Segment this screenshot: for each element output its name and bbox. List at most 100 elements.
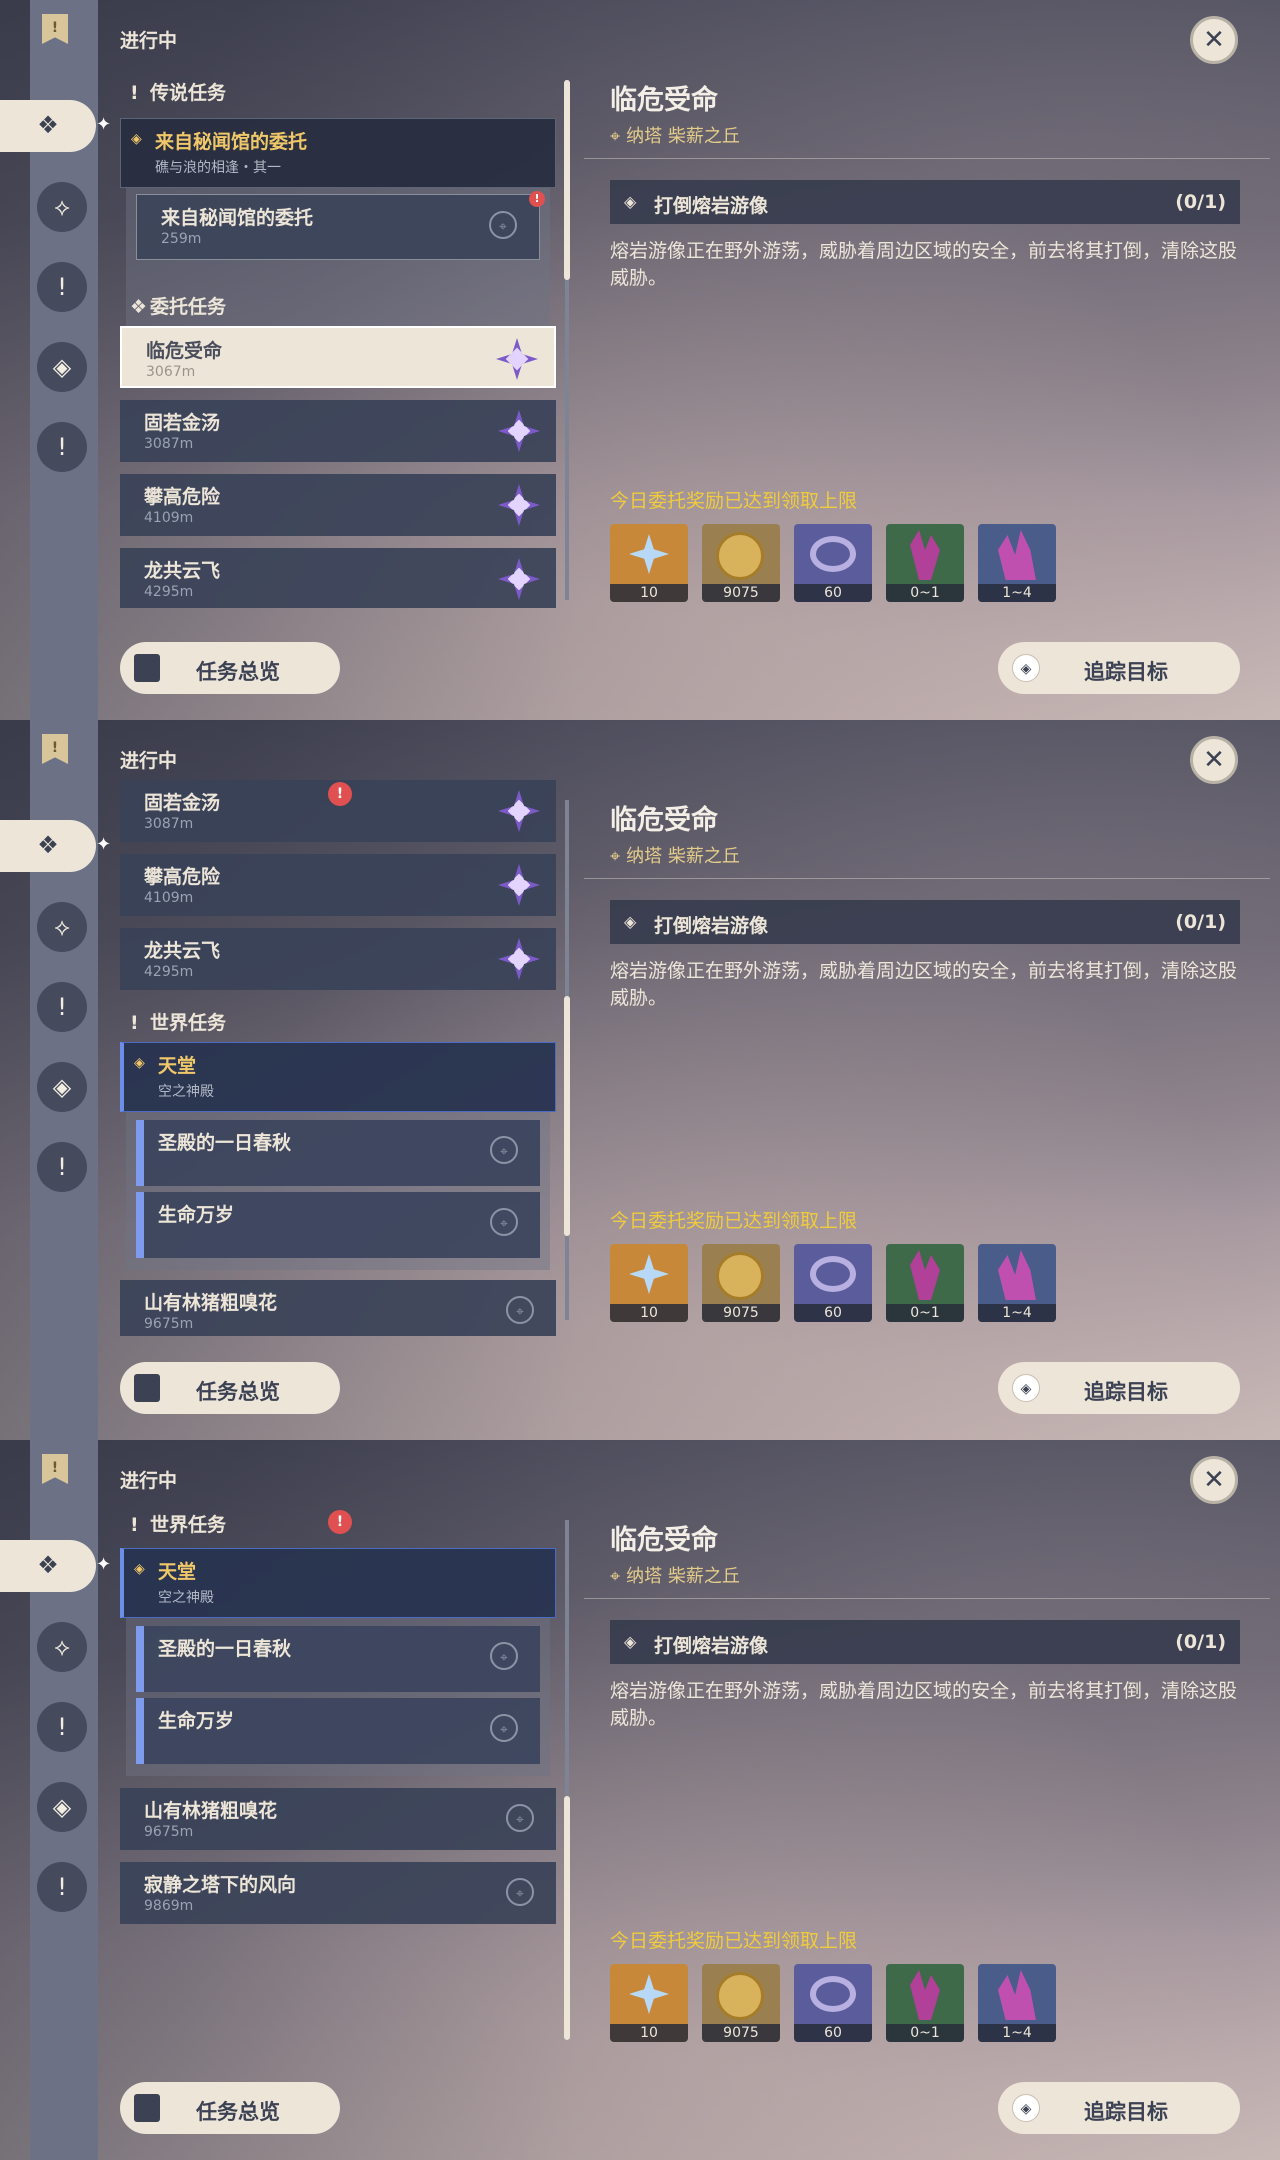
- world-step-card[interactable]: 圣殿的一日春秋 ⌖: [136, 1626, 540, 1692]
- quest-book-icon: [134, 2094, 160, 2122]
- alert-badge-icon: !: [328, 1510, 352, 1534]
- scroll-thumb[interactable]: [564, 80, 570, 280]
- quest-title: 龙共云飞: [144, 940, 221, 962]
- event-tab-icon[interactable]: ◈: [37, 342, 87, 392]
- companionship-exp-icon[interactable]: 60: [794, 1964, 872, 2042]
- commission-card[interactable]: 龙共云飞 4295m: [120, 548, 556, 608]
- scroll-thumb[interactable]: [564, 996, 570, 1236]
- location-pin-icon[interactable]: ⌖: [490, 1714, 518, 1742]
- legend-step-card[interactable]: 来自秘闻馆的委托 259m ⌖ !: [136, 191, 545, 260]
- diamond-icon: ◈: [1012, 2094, 1040, 2122]
- archon-tab-icon[interactable]: !: [37, 422, 87, 472]
- list-scrollbar[interactable]: [564, 800, 570, 1320]
- mora-icon[interactable]: 9075: [702, 524, 780, 602]
- legend-tab-icon[interactable]: ⟡: [37, 1622, 87, 1672]
- category-commission: ❖ 委托任务: [130, 296, 227, 318]
- world-quest-card[interactable]: ◈ 天堂 空之神殿: [120, 1042, 556, 1112]
- diamond-icon: ◈: [1012, 1374, 1040, 1402]
- bookmark-icon[interactable]: !: [42, 1454, 68, 1484]
- location-pin-icon[interactable]: ⌖: [490, 1208, 518, 1236]
- quest-subtitle: 空之神殿: [158, 1084, 214, 1100]
- list-scrollbar[interactable]: [564, 1520, 570, 2040]
- legend-tab-icon[interactable]: ⟡: [37, 902, 87, 952]
- legend-quest-card[interactable]: ◈ 来自秘闻馆的委托 礁与浪的相逢・其一: [120, 118, 556, 188]
- location-pin-icon[interactable]: ⌖: [506, 1878, 534, 1906]
- location-pin-icon: ⌖: [610, 846, 621, 867]
- exclaim-icon: !: [130, 1514, 139, 1536]
- commission-card[interactable]: 固若金汤 3087m !: [120, 780, 556, 842]
- track-target-button[interactable]: ◈ 追踪目标: [998, 2082, 1240, 2134]
- quest-overview-button[interactable]: 任务总览: [120, 1362, 340, 1414]
- commission-card[interactable]: 龙共云飞 4295m: [120, 928, 556, 990]
- list-scrollbar[interactable]: [564, 80, 570, 600]
- primogem-icon[interactable]: 10: [610, 1244, 688, 1322]
- primogem-icon[interactable]: 10: [610, 524, 688, 602]
- quest-overview-button[interactable]: 任务总览: [120, 642, 340, 694]
- track-target-button[interactable]: ◈ 追踪目标: [998, 1362, 1240, 1414]
- legend-tab-icon[interactable]: ⟡: [37, 182, 87, 232]
- commission-star-icon: [498, 790, 540, 832]
- commission-card[interactable]: 攀高危险 4109m: [120, 854, 556, 916]
- archon-tab-icon[interactable]: !: [37, 1862, 87, 1912]
- mora-icon[interactable]: 9075: [702, 1964, 780, 2042]
- objective-text: 打倒熔岩游像: [654, 915, 769, 937]
- world-tab-icon[interactable]: !: [37, 982, 87, 1032]
- location-pin-icon[interactable]: ⌖: [506, 1804, 534, 1832]
- exclaim-icon: !: [130, 1012, 139, 1034]
- crystal-chunk-icon[interactable]: 0~1: [886, 1244, 964, 1322]
- diamond-icon: ◈: [1012, 654, 1040, 682]
- location-pin-icon[interactable]: ⌖: [489, 211, 517, 239]
- commission-star-icon: [498, 558, 540, 600]
- track-target-button[interactable]: ◈ 追踪目标: [998, 642, 1240, 694]
- crystal-cluster-icon[interactable]: 1~4: [978, 1244, 1056, 1322]
- crystal-chunk-icon[interactable]: 0~1: [886, 1964, 964, 2042]
- quest-overview-button[interactable]: 任务总览: [120, 2082, 340, 2134]
- scroll-thumb[interactable]: [564, 1796, 570, 2040]
- bookmark-icon[interactable]: !: [42, 734, 68, 764]
- location-pin-icon[interactable]: ⌖: [490, 1136, 518, 1164]
- world-tab-icon[interactable]: !: [37, 262, 87, 312]
- location-pin-icon[interactable]: ⌖: [506, 1296, 534, 1324]
- world-quest-card[interactable]: 山有林猪粗嗅花 9675m ⌖: [120, 1280, 556, 1336]
- reward-limit-notice: 今日委托奖励已达到领取上限: [610, 1210, 858, 1232]
- primogem-icon[interactable]: 10: [610, 1964, 688, 2042]
- world-quest-card[interactable]: 寂静之塔下的风向 9869m ⌖: [120, 1862, 556, 1924]
- commission-tab-icon[interactable]: ❖: [0, 1540, 96, 1592]
- crystal-chunk-icon[interactable]: 0~1: [886, 524, 964, 602]
- quest-distance: 3087m: [144, 816, 194, 832]
- world-quest-card[interactable]: ◈ 天堂 空之神殿: [120, 1548, 556, 1618]
- reward-list: 10 9075 60 0~1 1~4: [610, 1964, 1110, 2042]
- divider: [584, 158, 1270, 159]
- companionship-exp-icon[interactable]: 60: [794, 524, 872, 602]
- companionship-exp-icon[interactable]: 60: [794, 1244, 872, 1322]
- world-quest-card[interactable]: 山有林猪粗嗅花 9675m ⌖: [120, 1788, 556, 1850]
- commission-tab-icon[interactable]: ❖: [0, 100, 96, 152]
- world-step-card[interactable]: 生命万岁 ⌖: [136, 1698, 540, 1764]
- commission-star-icon: [498, 864, 540, 906]
- event-tab-icon[interactable]: ◈: [37, 1062, 87, 1112]
- commission-card[interactable]: 攀高危险 4109m: [120, 474, 556, 536]
- mora-icon[interactable]: 9075: [702, 1244, 780, 1322]
- quest-title: 寂静之塔下的风向: [144, 1874, 297, 1896]
- quest-distance: 4295m: [144, 964, 194, 980]
- commission-card-selected[interactable]: 临危受命 3067m: [120, 326, 556, 388]
- quest-detail: 临危受命 ⌖ 纳塔 柴薪之丘 ◈ 打倒熔岩游像 (0/1) 熔岩游像正在野外游荡，…: [584, 720, 1270, 1360]
- quest-category-rail: ! ❖ ✦ ⟡ ! ◈ !: [0, 720, 111, 1440]
- commission-card[interactable]: 固若金汤 3087m: [120, 400, 556, 462]
- diamond-icon: ◈: [134, 1561, 145, 1577]
- crystal-cluster-icon[interactable]: 1~4: [978, 1964, 1056, 2042]
- bookmark-icon[interactable]: !: [42, 14, 68, 44]
- world-step-card[interactable]: 生命万岁 ⌖: [136, 1192, 540, 1258]
- objective-progress: (0/1): [1175, 911, 1226, 933]
- event-tab-icon[interactable]: ◈: [37, 1782, 87, 1832]
- crystal-cluster-icon[interactable]: 1~4: [978, 524, 1056, 602]
- commission-tab-icon[interactable]: ❖: [0, 820, 96, 872]
- detail-title: 临危受命: [610, 1525, 718, 1556]
- world-tab-icon[interactable]: !: [37, 1702, 87, 1752]
- detail-description: 熔岩游像正在野外游荡，威胁着周边区域的安全，前去将其打倒，清除这股威胁。: [610, 1680, 1238, 1729]
- world-step-card[interactable]: 圣殿的一日春秋 ⌖: [136, 1120, 540, 1186]
- location-pin-icon[interactable]: ⌖: [490, 1642, 518, 1670]
- archon-tab-icon[interactable]: !: [37, 1142, 87, 1192]
- diamond-icon: ◈: [624, 1632, 637, 1651]
- quest-distance: 9675m: [144, 1824, 194, 1840]
